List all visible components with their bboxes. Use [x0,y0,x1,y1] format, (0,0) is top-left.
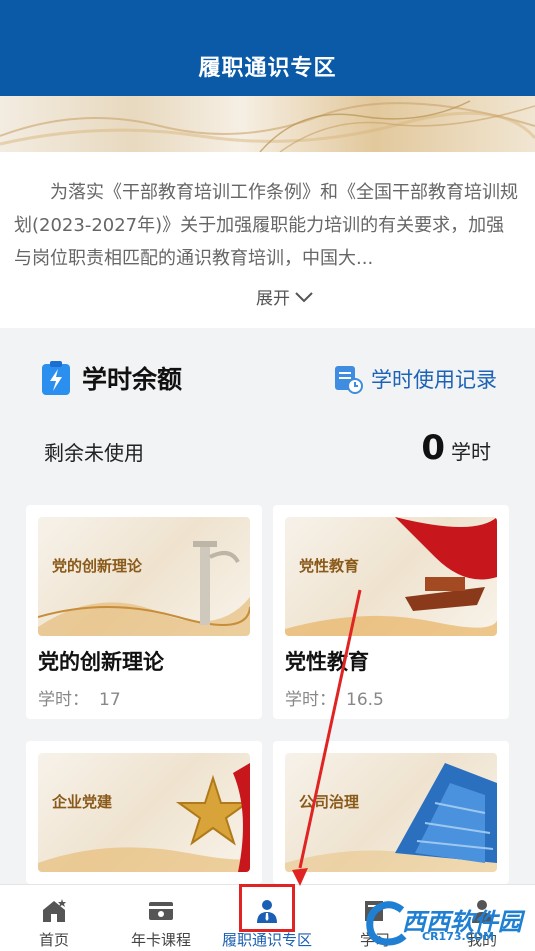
record-clock-icon [335,366,363,394]
course-card[interactable]: 企业党建 [26,741,262,884]
tab-year-card-courses[interactable]: 年卡课程 [118,885,204,951]
course-hours-label: 学时： [285,690,336,710]
course-card[interactable]: 公司治理 [273,741,509,884]
thumbnail-label: 企业党建 [52,793,113,811]
remaining-hours-unit: 学时 [451,440,491,464]
course-title: 党的创新理论 [38,650,164,674]
annotation-highlight-box [239,884,295,932]
course-thumbnail: 公司治理 [285,753,497,872]
clipboard-lightning-icon [42,361,70,395]
course-thumbnail: 党的创新理论 [38,517,250,636]
tab-home[interactable]: 首页 [26,885,82,951]
chevron-down-icon [295,291,313,302]
card-icon [149,902,173,920]
course-hours-value: 17 [99,690,121,710]
intro-section: 为落实《干部教育培训工作条例》和《全国干部教育培训规划(2023-2027年)》… [0,152,535,328]
top-header: 履职通识专区 [0,0,535,96]
hours-balance-header: 学时余额 [40,360,182,396]
course-thumbnail: 党性教育 [285,517,497,636]
intro-text: 为落实《干部教育培训工作条例》和《全国干部教育培训规划(2023-2027年)》… [14,182,518,269]
home-icon [43,899,66,922]
hours-balance-title: 学时余额 [82,365,183,394]
course-card[interactable]: 党性教育 党性教育 学时： 16.5 [273,505,509,719]
remaining-hours-value: 0 [421,428,445,468]
tab-label: 履职通识专区 [221,931,312,949]
course-hours-value: 16.5 [346,690,384,710]
thumbnail-label: 党的创新理论 [52,557,143,575]
hours-record-link[interactable]: 学时使用记录 [333,364,497,394]
thumbnail-label: 公司治理 [299,793,360,811]
tab-label: 首页 [38,931,69,949]
remaining-hours: 0 学时 [421,428,491,468]
remaining-label: 剩余未使用 [44,441,144,465]
hours-record-label: 学时使用记录 [371,368,497,392]
course-title: 党性教育 [285,650,369,674]
course-hours: 学时： 16.5 [285,685,384,710]
course-card[interactable]: 党的创新理论 党的创新理论 学时： 17 [26,505,262,719]
course-thumbnail: 企业党建 [38,753,250,872]
watermark-logo: 西西软件园 CR173.COM [362,900,535,951]
page-title: 履职通识专区 [198,56,337,81]
expand-button[interactable]: 展开 [256,284,314,309]
course-hours: 学时： 17 [38,685,121,710]
expand-label: 展开 [256,289,290,309]
thumbnail-label: 党性教育 [299,557,360,575]
banner-image [0,96,535,152]
watermark-subtext: CR173.COM [422,930,495,943]
course-hours-label: 学时： [38,690,89,710]
tab-label: 年卡课程 [130,931,191,949]
